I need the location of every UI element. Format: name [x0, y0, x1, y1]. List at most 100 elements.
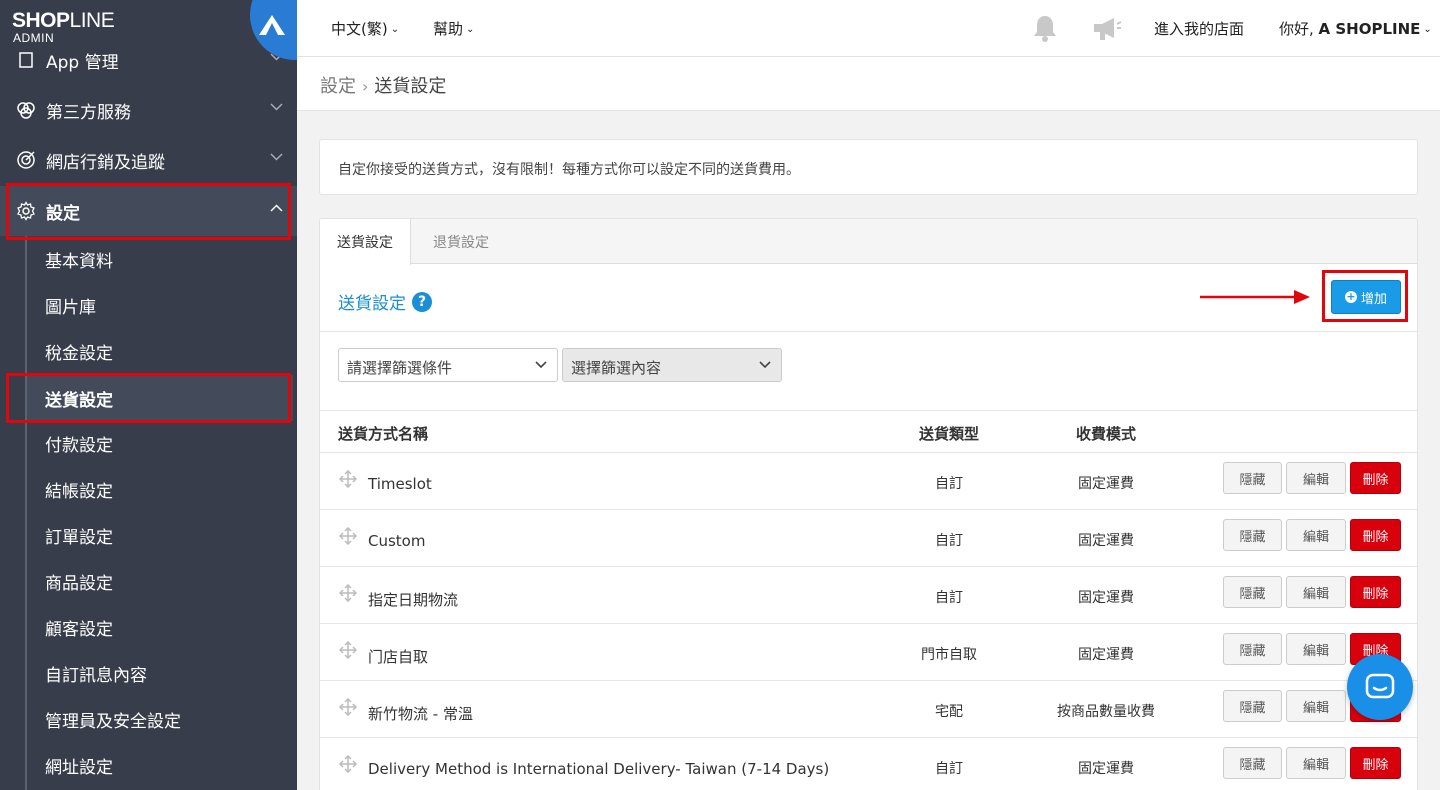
arrow-icon [1200, 290, 1310, 304]
drag-handle-icon[interactable] [339, 527, 357, 545]
row-fee: 固定運費 [1078, 590, 1134, 606]
drag-handle-icon[interactable] [339, 470, 357, 488]
drag-handle-icon[interactable] [339, 698, 357, 716]
row-type: 自訂 [935, 761, 963, 777]
row-type: 自訂 [935, 476, 963, 492]
sidebar-subitem-gallery[interactable]: 圖片庫 [27, 282, 293, 328]
chevron-down-icon [759, 361, 771, 369]
sidebar-subitem-product[interactable]: 商品設定 [27, 558, 293, 604]
add-button[interactable]: + 增加 [1331, 280, 1401, 314]
info-box: 自定你接受的送貨方式，沒有限制！每種方式你可以設定不同的送貨費用。 [319, 139, 1418, 195]
drag-handle-icon[interactable] [339, 584, 357, 602]
bell-icon[interactable] [1032, 14, 1058, 46]
hide-button[interactable]: 隱藏 [1223, 747, 1282, 779]
sidebar-subitem-customer[interactable]: 顧客設定 [27, 604, 293, 650]
breadcrumb-parent[interactable]: 設定 [320, 76, 356, 97]
header-type: 送貨類型 [919, 425, 980, 443]
edit-button[interactable]: 編輯 [1286, 462, 1346, 494]
hide-button[interactable]: 隱藏 [1223, 690, 1282, 722]
hide-button[interactable]: 隱藏 [1223, 519, 1282, 551]
row-type: 自訂 [935, 590, 963, 606]
edit-button[interactable]: 編輯 [1286, 576, 1346, 608]
breadcrumb-current: 送貨設定 [374, 76, 447, 97]
filter-condition-select[interactable]: 請選擇篩選條件 [338, 348, 558, 382]
delete-button[interactable]: 刪除 [1350, 519, 1401, 551]
tab-delivery-settings[interactable]: 送貨設定 [320, 219, 411, 265]
row-type: 宅配 [935, 704, 963, 720]
row-type: 門市自取 [921, 647, 977, 663]
header-name: 送貨方式名稱 [338, 425, 429, 443]
drag-handle-icon[interactable] [339, 755, 357, 773]
delete-button[interactable]: 刪除 [1350, 576, 1401, 608]
help-dropdown[interactable]: 幫助 ⌄ [433, 18, 474, 39]
announcement-icon[interactable] [1092, 16, 1122, 46]
row-name: 指定日期物流 [368, 591, 459, 609]
table-row: Timeslot 自訂 固定運費 隱藏 編輯 刪除 [320, 452, 1417, 509]
sidebar: App 管理 SHOPLINE ADMIN 第三方服務 網店行銷及追蹤 設定 基… [0, 0, 297, 790]
row-fee: 固定運費 [1078, 647, 1134, 663]
table-row: 指定日期物流 自訂 固定運費 隱藏 編輯 刪除 [320, 566, 1417, 623]
chevron-down-icon [270, 103, 283, 111]
row-name: Delivery Method is International Deliver… [368, 760, 830, 778]
chevron-down-icon: ⌄ [466, 24, 475, 35]
chat-icon[interactable] [1347, 654, 1413, 720]
row-fee: 固定運費 [1078, 761, 1134, 777]
logo[interactable]: SHOPLINE ADMIN [0, 0, 297, 60]
tab-return-settings[interactable]: 退貨設定 [416, 219, 506, 264]
gear-icon [16, 201, 36, 221]
help-icon[interactable]: ? [412, 291, 432, 312]
chevron-right-icon: › [362, 77, 369, 96]
sidebar-item-label: App 管理 [46, 52, 119, 73]
chevron-down-icon [535, 361, 547, 369]
sidebar-item-label: 第三方服務 [46, 102, 131, 123]
language-dropdown[interactable]: 中文(繁) ⌄ [331, 18, 399, 39]
table-row: Delivery Method is International Deliver… [320, 737, 1417, 790]
app-icon [16, 50, 36, 70]
table-row: 新竹物流 - 常溫宅配按商品數量收費隱藏編輯刪除 [320, 680, 1417, 737]
sidebar-subitem-admin-security[interactable]: 管理員及安全設定 [27, 696, 293, 742]
edit-button[interactable]: 編輯 [1286, 519, 1346, 551]
delete-button[interactable]: 刪除 [1350, 747, 1401, 779]
sidebar-subitem-delivery[interactable]: 送貨設定 [27, 375, 293, 421]
sidebar-item-label: 網店行銷及追蹤 [46, 152, 165, 173]
row-fee: 固定運費 [1078, 533, 1134, 549]
breadcrumb: 設定 › 送貨設定 [297, 57, 1440, 111]
divider [320, 331, 1417, 332]
sidebar-item-marketing[interactable]: 網店行銷及追蹤 [0, 135, 297, 185]
edit-button[interactable]: 編輯 [1286, 747, 1346, 779]
hide-button[interactable]: 隱藏 [1223, 576, 1282, 608]
row-name: Timeslot [368, 475, 432, 493]
chevron-down-icon: ⌄ [390, 24, 400, 35]
hide-button[interactable]: 隱藏 [1223, 633, 1282, 665]
sidebar-item-settings[interactable]: 設定 [0, 186, 297, 236]
header-fee: 收費模式 [1076, 425, 1137, 443]
edit-button[interactable]: 編輯 [1286, 633, 1346, 665]
enter-store-link[interactable]: 進入我的店面 [1154, 18, 1244, 39]
section-title: 送貨設定 ? [338, 289, 432, 314]
row-name: 门店自取 [368, 648, 429, 666]
edit-button[interactable]: 編輯 [1286, 690, 1346, 722]
user-menu[interactable]: 你好, A SHOPLINE ⌄ [1279, 18, 1432, 39]
sidebar-subitem-url[interactable]: 網址設定 [27, 742, 293, 788]
chevron-down-icon: ⌄ [1423, 24, 1432, 35]
chevron-up-icon [270, 204, 283, 212]
row-name: Custom [368, 532, 426, 550]
delete-button[interactable]: 刪除 [1350, 462, 1401, 494]
topbar: 中文(繁) ⌄ 幫助 ⌄ 進入我的店面 你好, A SHOPLINE ⌄ [297, 0, 1440, 57]
filter-content-select[interactable]: 選擇篩選內容 [562, 348, 782, 382]
drag-handle-icon[interactable] [339, 641, 357, 659]
sidebar-subitem-checkout[interactable]: 結帳設定 [27, 466, 293, 512]
sidebar-subitem-basic[interactable]: 基本資料 [27, 236, 293, 282]
table-row: 门店自取 門市自取 固定運費 隱藏 編輯 刪除 [320, 623, 1417, 680]
divider [320, 410, 1417, 411]
row-fee: 按商品數量收費 [1057, 704, 1155, 720]
plus-icon: + [1344, 290, 1357, 303]
sidebar-item-third-party[interactable]: 第三方服務 [0, 85, 297, 135]
sidebar-subitem-payment[interactable]: 付款設定 [27, 420, 293, 466]
sidebar-subitem-order[interactable]: 訂單設定 [27, 512, 293, 558]
hide-button[interactable]: 隱藏 [1223, 462, 1282, 494]
sidebar-subitem-messages[interactable]: 自訂訊息內容 [27, 650, 293, 696]
row-fee: 固定運費 [1078, 476, 1134, 492]
sidebar-subitem-tax[interactable]: 稅金設定 [27, 328, 293, 374]
tab-bar: 送貨設定 退貨設定 [320, 219, 1417, 265]
